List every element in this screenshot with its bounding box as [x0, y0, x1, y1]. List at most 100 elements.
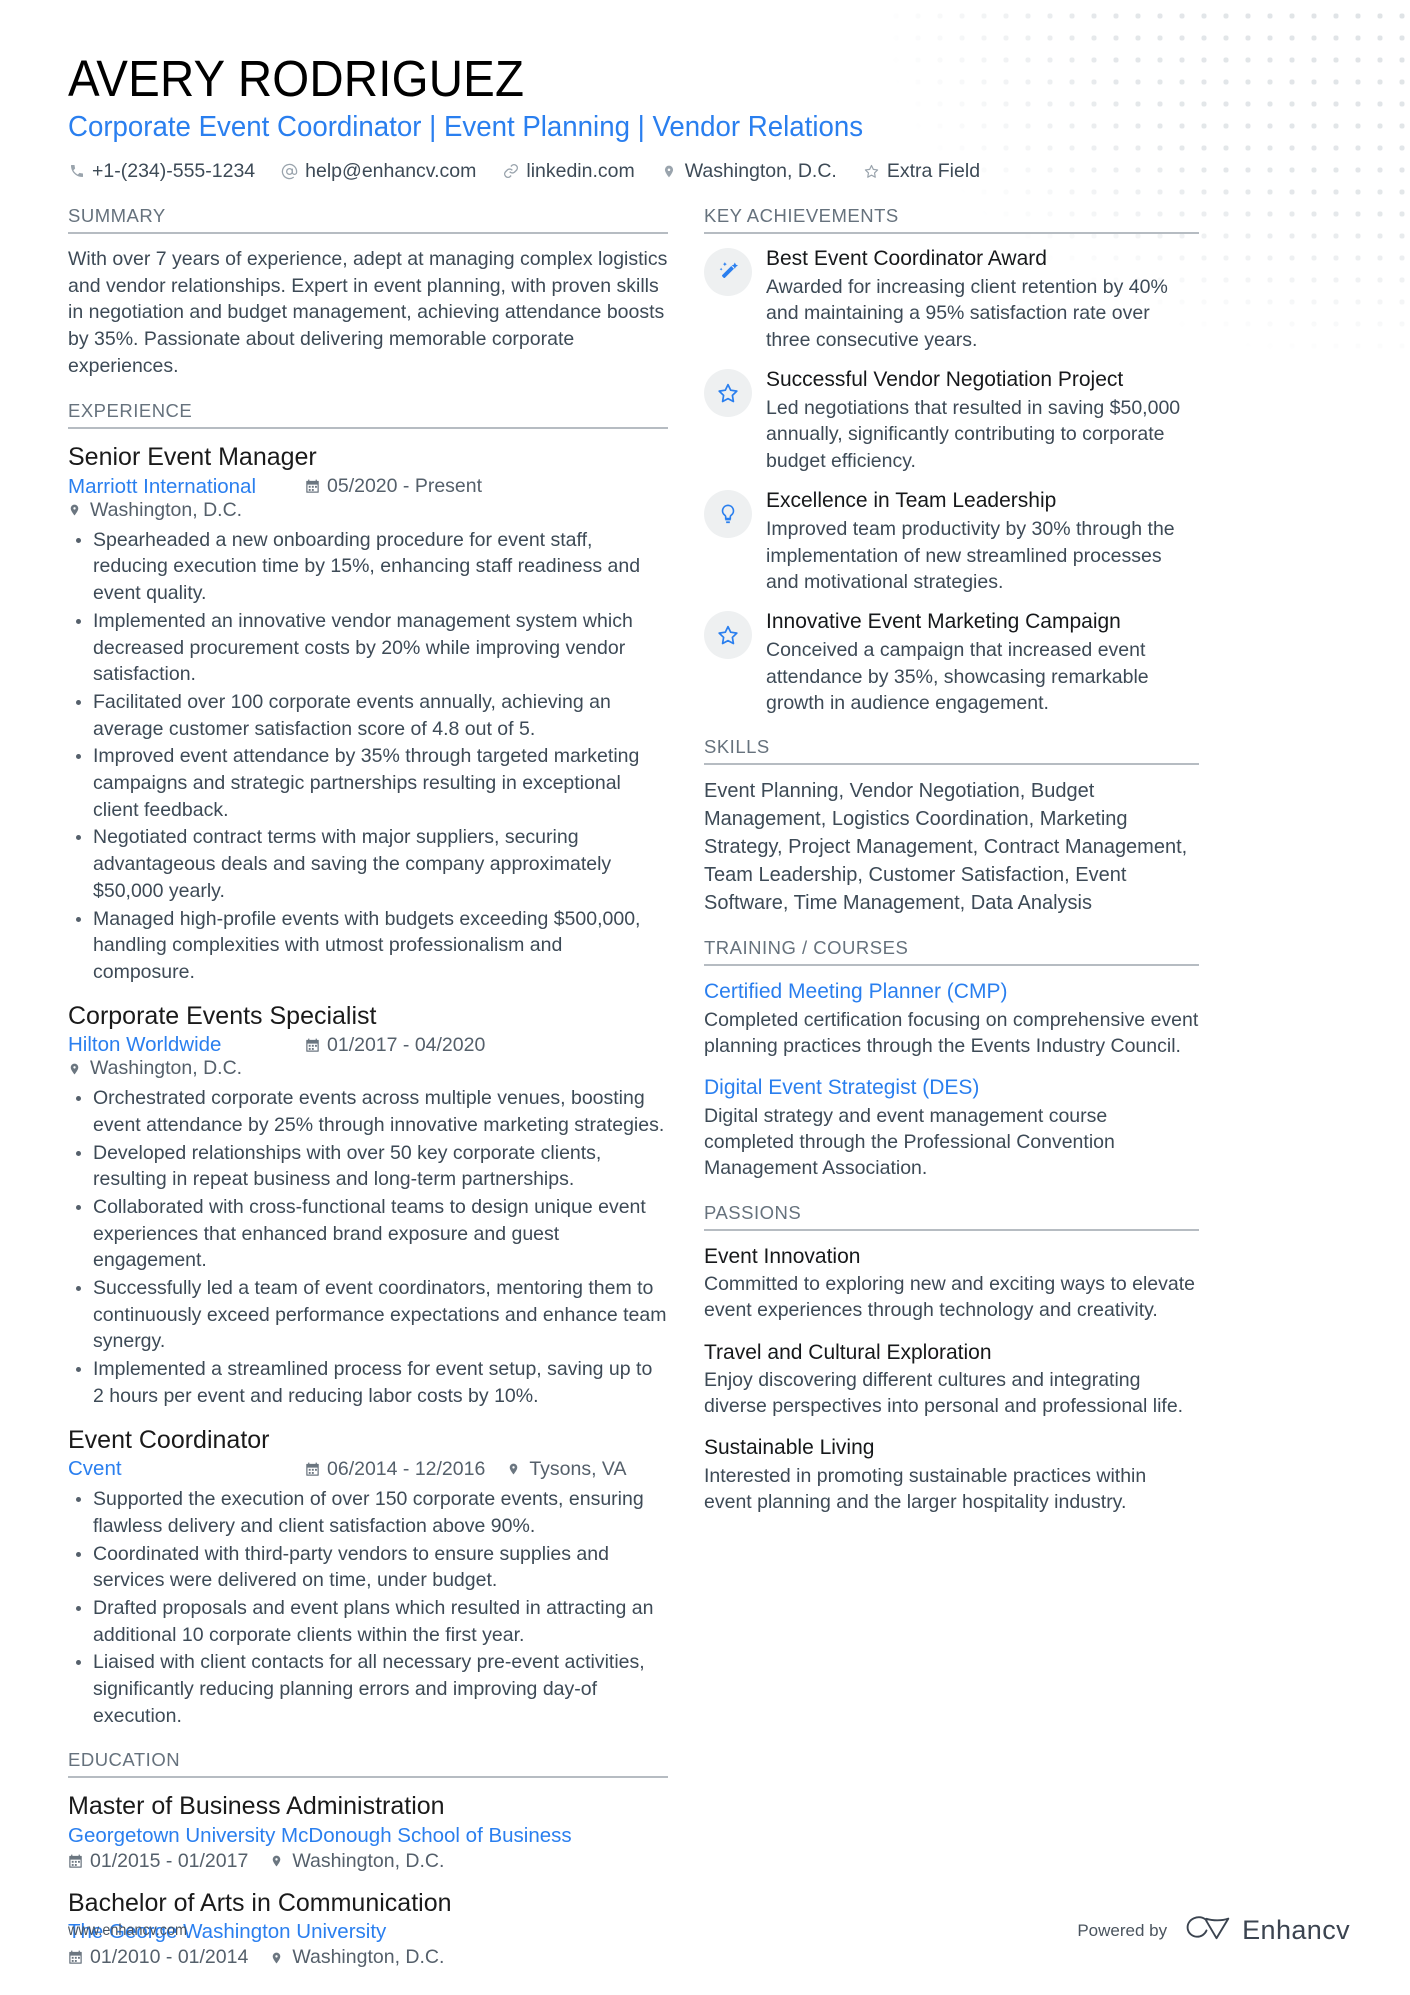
achievement-desc: Improved team productivity by 30% throug… — [766, 518, 1175, 593]
footer-url[interactable]: www.enhancv.com — [68, 1922, 187, 1940]
experience-company[interactable]: Cvent — [68, 1457, 283, 1481]
experience-dates-text: 01/2017 - 04/2020 — [327, 1033, 486, 1056]
education-school[interactable]: Georgetown University McDonough School o… — [68, 1824, 668, 1848]
experience-entry: Senior Event Manager Marriott Internatio… — [68, 441, 668, 985]
list-item: Orchestrated corporate events across mul… — [68, 1085, 668, 1138]
list-item: Collaborated with cross-functional teams… — [68, 1194, 668, 1274]
summary-text: With over 7 years of experience, adept a… — [68, 247, 668, 378]
contact-link[interactable]: linkedin.com — [502, 160, 635, 183]
education-location: Washington, D.C. — [270, 1850, 444, 1873]
education-dates: 01/2015 - 01/2017 — [68, 1850, 248, 1873]
contact-row: +1-(234)-555-1234 help@enhancv.com linke… — [68, 160, 1350, 183]
section-rule — [704, 763, 1199, 766]
experience-dates: 05/2020 - Present — [305, 475, 482, 498]
contact-email[interactable]: help@enhancv.com — [281, 160, 476, 183]
map-pin-icon — [270, 1853, 285, 1870]
achievement-item: Successful Vendor Negotiation Project Le… — [704, 367, 1199, 474]
education-dates: 01/2010 - 01/2014 — [68, 1946, 248, 1969]
experience-location-text: Tysons, VA — [529, 1457, 627, 1480]
star-outline-icon — [716, 623, 740, 647]
experience-bullets: Orchestrated corporate events across mul… — [68, 1085, 668, 1409]
education-entry: Master of Business Administration George… — [68, 1790, 668, 1873]
education-meta: 01/2015 - 01/2017 Washington, D.C. — [68, 1850, 668, 1873]
contact-extra-field[interactable]: Extra Field — [863, 160, 980, 183]
passion-item: Event Innovation Committed to exploring … — [704, 1243, 1199, 1324]
experience-location: Tysons, VA — [507, 1457, 627, 1481]
footer-branding: Powered by Enhancv — [1077, 1914, 1350, 1947]
list-item: Negotiated contract terms with major sup… — [68, 824, 668, 904]
achievement-body: Excellence in Team Leadership Improved t… — [766, 488, 1199, 595]
training-desc: Completed certification focusing on comp… — [704, 1008, 1199, 1058]
experience-location: Washington, D.C. — [68, 1057, 242, 1080]
list-item: Spearheaded a new onboarding procedure f… — [68, 527, 668, 607]
training-name[interactable]: Certified Meeting Planner (CMP) — [704, 978, 1199, 1005]
left-column: SUMMARY With over 7 years of experience,… — [68, 205, 668, 1990]
experience-role: Event Coordinator — [68, 1425, 270, 1454]
achievement-badge — [704, 368, 752, 417]
experience-meta: Marriott International 05/2020 - Present — [68, 475, 668, 522]
education-dates-text: 01/2010 - 01/2014 — [90, 1946, 249, 1969]
achievement-desc: Led negotiations that resulted in saving… — [766, 397, 1181, 472]
education-dates-text: 01/2015 - 01/2017 — [90, 1849, 249, 1872]
experience-company[interactable]: Hilton Worldwide — [68, 1033, 283, 1057]
list-item: Implemented an innovative vendor managem… — [68, 608, 668, 688]
section-title-experience: EXPERIENCE — [68, 400, 193, 422]
achievement-body: Successful Vendor Negotiation Project Le… — [766, 367, 1199, 474]
body-columns: SUMMARY With over 7 years of experience,… — [68, 205, 1350, 1990]
experience-company[interactable]: Marriott International — [68, 475, 283, 499]
contact-location[interactable]: Washington, D.C. — [661, 160, 837, 183]
list-item: Drafted proposals and event plans which … — [68, 1595, 668, 1648]
list-item: Managed high-profile events with budgets… — [68, 906, 668, 986]
skills-text: Event Planning, Vendor Negotiation, Budg… — [704, 780, 1188, 915]
list-item: Supported the execution of over 150 corp… — [68, 1486, 668, 1539]
achievement-badge — [704, 247, 752, 296]
list-item: Coordinated with third-party vendors to … — [68, 1541, 668, 1594]
contact-phone-text: +1-(234)-555-1234 — [92, 159, 256, 182]
enhancv-logo[interactable]: Enhancv — [1185, 1914, 1350, 1947]
section-training-courses: TRAINING / COURSES Certified Meeting Pla… — [704, 937, 1199, 1181]
experience-location-text: Washington, D.C. — [90, 498, 243, 521]
section-experience: EXPERIENCE Senior Event Manager Marriott… — [68, 400, 668, 1729]
experience-meta: Cvent 06/2014 - 12/2016 Tysons, VA — [68, 1457, 668, 1481]
experience-location: Washington, D.C. — [68, 499, 242, 522]
at-sign-icon — [281, 162, 298, 181]
achievement-desc: Conceived a campaign that increased even… — [766, 639, 1149, 715]
list-item: Successfully led a team of event coordin… — [68, 1275, 668, 1355]
passion-desc: Committed to exploring new and exciting … — [704, 1272, 1196, 1322]
contact-phone[interactable]: +1-(234)-555-1234 — [68, 160, 255, 183]
list-item: Liaised with client contacts for all nec… — [68, 1649, 668, 1729]
achievement-badge — [704, 490, 752, 539]
section-rule — [68, 1776, 668, 1779]
map-pin-icon — [68, 1060, 83, 1077]
resume-page: AVERY RODRIGUEZ Corporate Event Coordina… — [0, 0, 1410, 1995]
map-pin-icon — [68, 502, 83, 519]
calendar-icon — [305, 478, 320, 495]
training-item: Digital Event Strategist (DES) Digital s… — [704, 1074, 1199, 1181]
resume-header: AVERY RODRIGUEZ Corporate Event Coordina… — [68, 51, 1350, 183]
magic-wand-icon — [717, 260, 740, 283]
experience-bullets: Supported the execution of over 150 corp… — [68, 1486, 668, 1729]
experience-location-text: Washington, D.C. — [90, 1057, 243, 1080]
section-title-key-achievements: KEY ACHIEVEMENTS — [704, 204, 899, 226]
achievement-badge — [704, 611, 752, 660]
calendar-icon — [305, 1037, 320, 1054]
section-rule — [68, 427, 668, 430]
experience-entry: Event Coordinator Cvent 06/2014 - 12/201… — [68, 1424, 668, 1730]
headline: Corporate Event Coordinator | Event Plan… — [68, 111, 864, 144]
experience-meta: Hilton Worldwide 01/2017 - 04/2020 Washi… — [68, 1033, 668, 1080]
list-item: Improved event attendance by 35% through… — [68, 743, 668, 823]
experience-dates-text: 06/2014 - 12/2016 — [327, 1457, 486, 1480]
phone-icon — [68, 162, 85, 181]
section-rule — [704, 231, 1199, 234]
achievement-title: Best Event Coordinator Award — [766, 246, 1047, 270]
achievement-body: Best Event Coordinator Award Awarded for… — [766, 246, 1199, 353]
training-name[interactable]: Digital Event Strategist (DES) — [704, 1074, 1199, 1101]
section-passions: PASSIONS Event Innovation Committed to e… — [704, 1202, 1199, 1516]
calendar-icon — [305, 1461, 320, 1478]
section-rule — [704, 1228, 1199, 1231]
achievement-item: Best Event Coordinator Award Awarded for… — [704, 246, 1199, 353]
passion-desc: Interested in promoting sustainable prac… — [704, 1464, 1147, 1514]
experience-role: Senior Event Manager — [68, 443, 317, 472]
list-item: Developed relationships with over 50 key… — [68, 1140, 668, 1193]
experience-bullets: Spearheaded a new onboarding procedure f… — [68, 527, 668, 986]
